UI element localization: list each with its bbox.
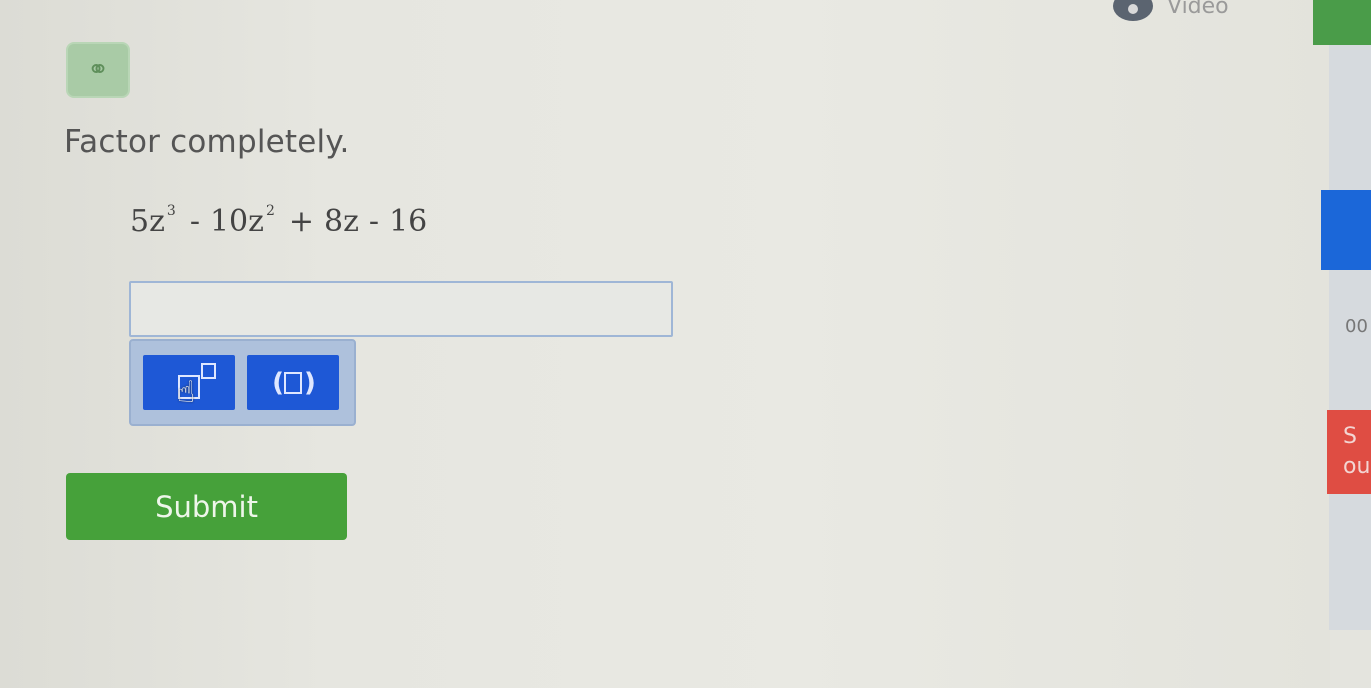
operator-1: - bbox=[189, 204, 200, 239]
link-icon: ⚭ bbox=[66, 42, 130, 98]
play-video-icon[interactable] bbox=[1113, 0, 1153, 21]
practice-page: Video ⚭ Factor completely. 5z 3-10z 2 +8z -1… bbox=[0, 0, 1330, 688]
video-label[interactable]: Video bbox=[1167, 0, 1229, 19]
superscript-box-icon bbox=[201, 363, 216, 379]
sidebar-stat-text: 00 bbox=[1345, 316, 1368, 337]
sidebar-panel bbox=[1329, 45, 1371, 630]
sidebar-blue-button[interactable] bbox=[1321, 190, 1371, 270]
hand-cursor-icon: ☝ bbox=[177, 375, 196, 410]
right-sidebar: 00 S ou bbox=[1313, 0, 1371, 688]
exponent-key-button[interactable]: ☝ bbox=[143, 355, 235, 410]
exponent-2: 2 bbox=[265, 203, 275, 219]
math-expression: 5z 3-10z 2 +8z -16 bbox=[130, 203, 427, 239]
term-3: 8z bbox=[324, 204, 359, 239]
submit-button[interactable]: Submit bbox=[66, 473, 347, 540]
parentheses-key-button[interactable]: () bbox=[247, 355, 339, 410]
term-1: 5z bbox=[130, 204, 165, 239]
operator-2: + bbox=[288, 204, 315, 239]
parentheses-template-icon: () bbox=[272, 367, 316, 398]
sidebar-red-button[interactable]: S ou bbox=[1327, 410, 1371, 494]
answer-input[interactable] bbox=[129, 281, 673, 337]
operator-3: - bbox=[368, 204, 380, 239]
exponent-1: 3 bbox=[166, 203, 176, 219]
term-4: 16 bbox=[389, 204, 428, 239]
sidebar-green-tab[interactable] bbox=[1313, 0, 1371, 45]
sidebar-red-label-2: ou bbox=[1343, 454, 1371, 479]
sidebar-red-label: S bbox=[1343, 424, 1357, 449]
math-keypad: ☝ () bbox=[129, 339, 356, 426]
question-prompt: Factor completely. bbox=[64, 124, 350, 160]
term-2: 10z bbox=[209, 204, 264, 239]
video-link[interactable]: Video bbox=[1113, 0, 1229, 21]
